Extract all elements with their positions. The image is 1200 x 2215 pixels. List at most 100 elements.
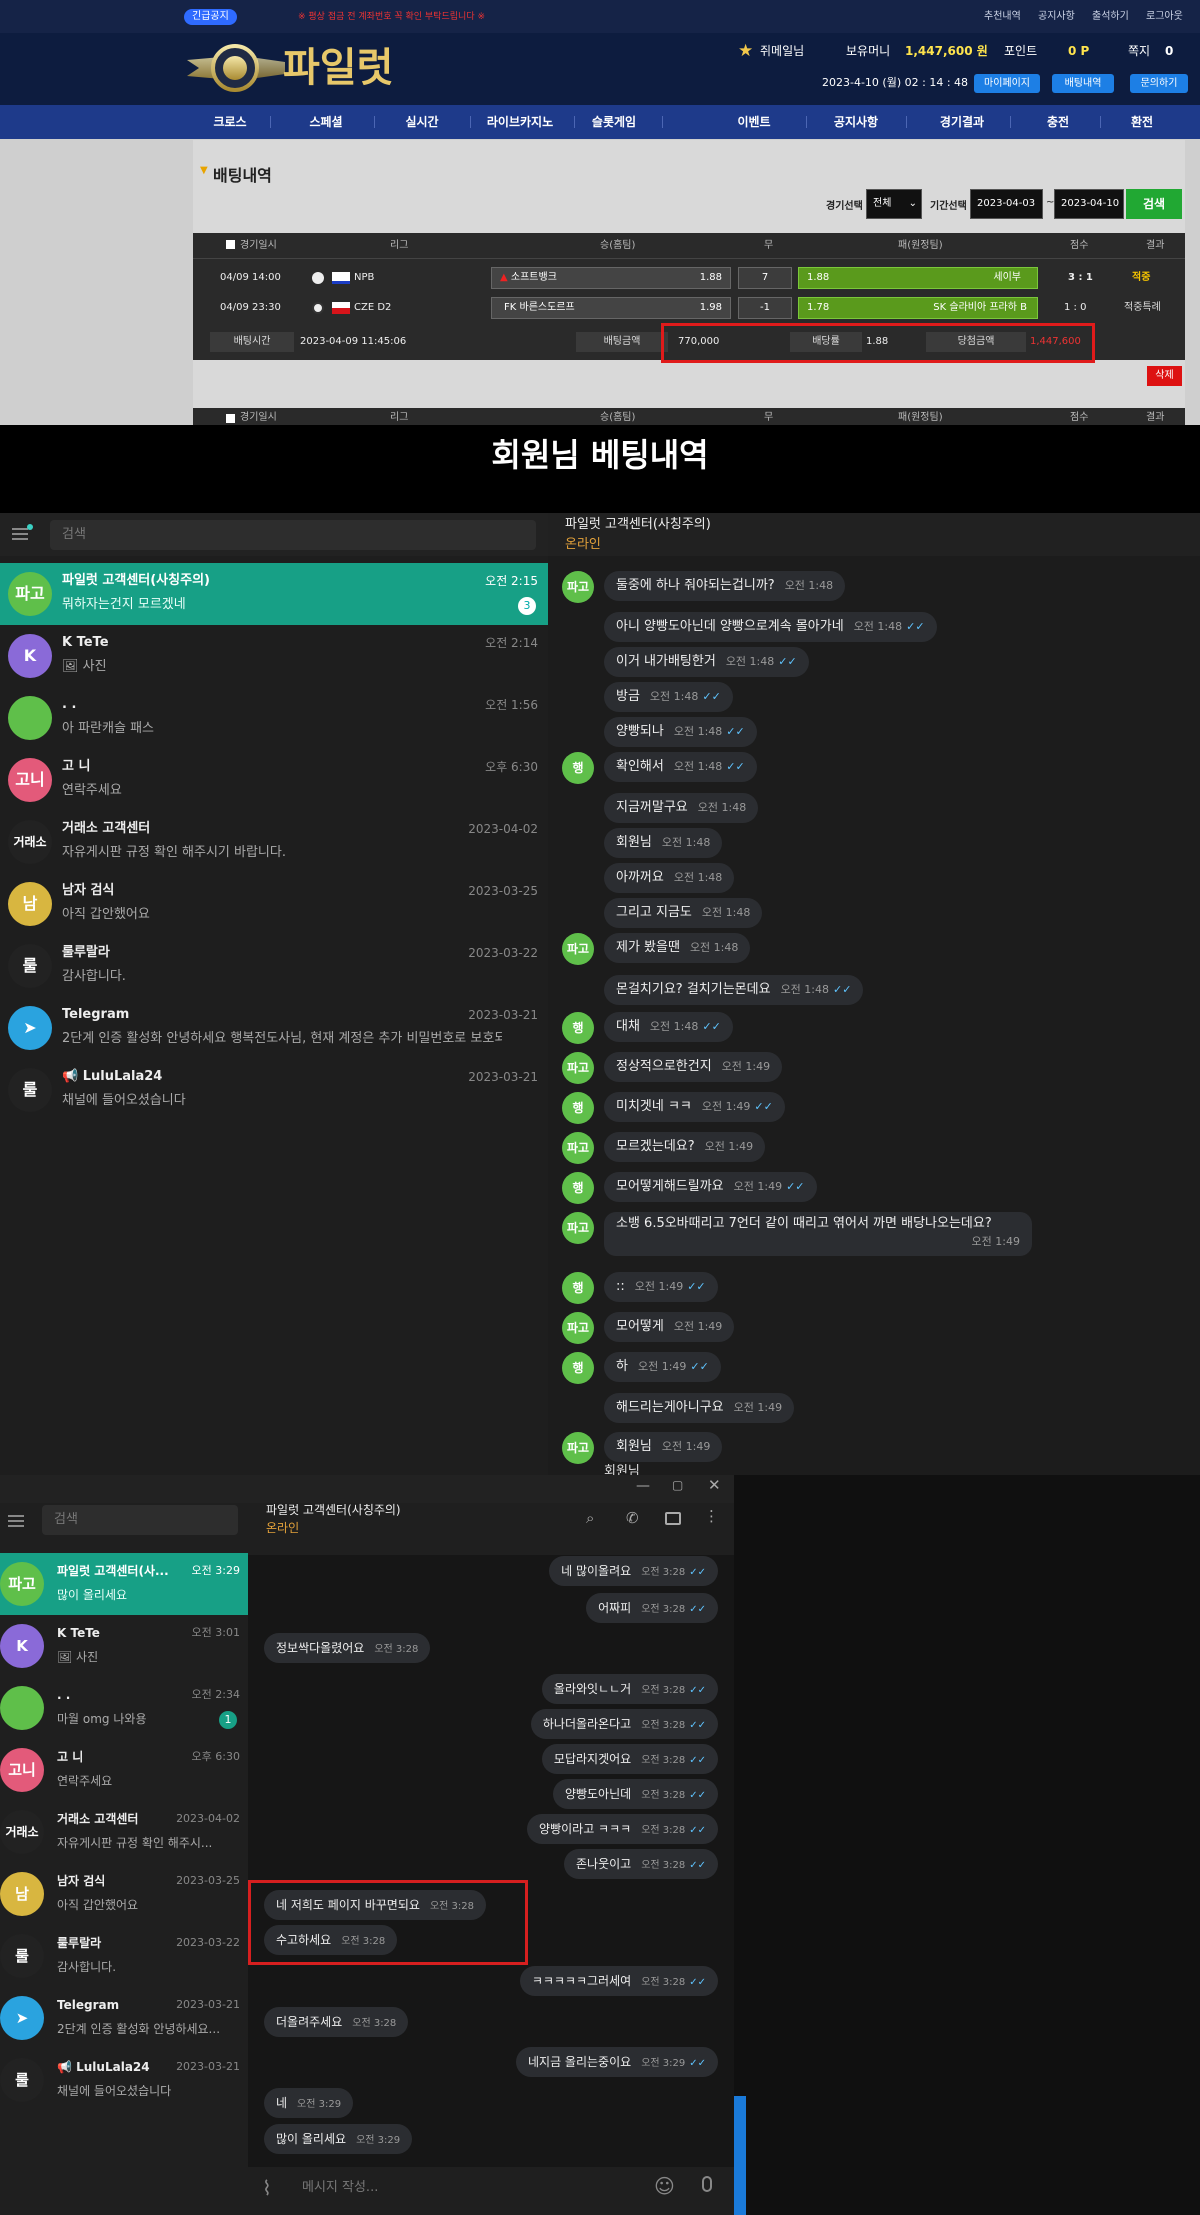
row2-away-pick[interactable]: 1.78 SK 슬라비아 프라하 B (798, 297, 1038, 319)
date-from-input[interactable]: 2023-04-03 (970, 189, 1043, 219)
close-icon[interactable]: ✕ (708, 1476, 721, 1494)
search-button[interactable]: 검색 (1126, 189, 1182, 219)
avatar: 룰 (8, 1068, 52, 1112)
select-checkbox[interactable] (226, 240, 235, 249)
message-text: 지금꺼말구요 (616, 800, 688, 815)
row1-away-pick[interactable]: 1.88 세이부 (798, 267, 1038, 289)
nav-event[interactable]: 이벤트 (706, 105, 802, 139)
nav-withdraw[interactable]: 환전 (1094, 105, 1190, 139)
row1-draw[interactable]: 7 (738, 267, 792, 289)
message-bubble: 모어떻게해드릴까요 오전 1:49 ✓✓ (604, 1172, 817, 1202)
chat-preview: 아직 갑안했어요 (57, 1898, 139, 1912)
microphone-icon[interactable] (702, 2176, 712, 2192)
mypage-button[interactable]: 마이페이지 (974, 74, 1040, 93)
avatar (0, 1686, 44, 1730)
message-text: 많이 올리세요 (276, 2132, 347, 2146)
nav-notice[interactable]: 공지사항 (808, 105, 904, 139)
chat-preview: 아직 갑안했어요 (62, 907, 150, 922)
date-to-input[interactable]: 2023-04-10 (1054, 189, 1124, 219)
sender-avatar: 행 (562, 1092, 594, 1124)
section-title: 배팅내역 (213, 166, 272, 185)
message-time: 오전 1:48 (725, 655, 775, 668)
period-label: 기간선택 (930, 201, 967, 212)
row2-away-team: SK 슬라비아 프라하 B (933, 302, 1027, 313)
message-time: 오전 3:29 (641, 2058, 686, 2069)
row1-home-pick[interactable]: ▲ 소프트뱅크 1.88 (491, 267, 731, 289)
emoji-icon[interactable]: ☺ (654, 2174, 675, 2198)
tg2-chat-title[interactable]: 파일럿 고객센터(사칭주의) (266, 1502, 401, 1518)
nav-results[interactable]: 경기결과 (914, 105, 1010, 139)
nav-deposit[interactable]: 충전 (1010, 105, 1106, 139)
chat-name: 거래소 고객센터 (62, 821, 151, 836)
message-text: 둘중에 하나 줘야되는겁니까? (616, 578, 775, 593)
message-text: 대채 (616, 1019, 640, 1034)
nav-special[interactable]: 스페셜 (278, 105, 374, 139)
sender-avatar: 행 (562, 752, 594, 784)
sender-avatar: 파고 (562, 1312, 594, 1344)
delete-button[interactable]: 삭제 (1147, 366, 1182, 386)
home-flag-icon: ▲ (500, 272, 508, 283)
chat-time: 오전 1:56 (485, 698, 538, 712)
row2-score: 1 : 0 (1064, 302, 1087, 313)
double-check-icon: ✓✓ (687, 1280, 706, 1293)
top-link-attendance[interactable]: 출석하기 (1092, 10, 1129, 24)
nav-slot[interactable]: 슬롯게임 (566, 105, 662, 139)
message-bubble: ㅋㅋㅋㅋㅋ그러세여 오전 3:28 ✓✓ (519, 1966, 718, 1996)
tg2-search-input[interactable]: 검색 (42, 1505, 238, 1535)
minimize-icon[interactable]: — (636, 1478, 650, 1494)
nav-live-casino[interactable]: 라이브카지노 (470, 105, 570, 139)
tg1-chat-title[interactable]: 파일럿 고객센터(사칭주의) (565, 517, 711, 533)
phone-icon[interactable]: ✆ (626, 1509, 639, 1527)
notes-value: 0 (1165, 44, 1174, 58)
top-link-recommend[interactable]: 추천내역 (984, 10, 1021, 24)
double-check-icon: ✓✓ (702, 1020, 721, 1033)
message-time: 오전 3:28 (641, 1790, 686, 1801)
sidebar-toggle-icon[interactable] (665, 1512, 681, 1525)
message-bubble: 회원님 오전 1:49 (604, 1432, 723, 1462)
message-time: 오전 1:49 (721, 1060, 771, 1073)
th-league: 리그 (390, 412, 409, 423)
select-checkbox[interactable] (226, 414, 235, 423)
game-select[interactable]: 전체 ⌄ (866, 189, 922, 219)
chat-preview: 아 파란캐슬 패스 (62, 721, 154, 736)
hamburger-menu-icon[interactable] (8, 1512, 24, 1530)
row1-home-team: 소프트뱅크 (510, 272, 557, 283)
betting-history-button[interactable]: 배팅내역 (1052, 74, 1114, 93)
double-check-icon: ✓✓ (833, 983, 852, 996)
tg1-search-input[interactable]: 검색 (50, 520, 536, 550)
triangle-icon: ▼ (200, 165, 208, 176)
message-input[interactable]: 메시지 작성... (302, 2180, 378, 2196)
attach-icon[interactable]: ⌇ (262, 2176, 272, 2200)
hamburger-menu-icon[interactable] (12, 525, 28, 543)
nav-cross[interactable]: 크로스 (182, 105, 278, 139)
row2-handicap[interactable]: -1 (738, 297, 792, 319)
chat-time: 오전 3:01 (191, 1626, 240, 1639)
more-vertical-icon[interactable]: ⋮ (704, 1508, 719, 1524)
row1-home-odds: 1.88 (699, 272, 722, 283)
nav-live[interactable]: 실시간 (374, 105, 470, 139)
double-check-icon: ✓✓ (702, 690, 721, 703)
message-bubble: 많이 올리세요 오전 3:29 (264, 2124, 413, 2154)
row1-result: 적중 (1132, 272, 1151, 283)
message-time: 오전 1:49 (971, 1235, 1020, 1248)
message-text: :: (616, 1279, 625, 1294)
inquiry-button[interactable]: 문의하기 (1130, 74, 1188, 93)
avatar: 남 (8, 882, 52, 926)
message-bubble: 하 오전 1:49 ✓✓ (604, 1352, 721, 1382)
avatar: ➤ (8, 1006, 52, 1050)
chat-preview: 🖼 사진 (57, 1650, 99, 1664)
top-link-notice[interactable]: 공지사항 (1038, 10, 1075, 24)
site-logo[interactable]: 파일럿 (185, 40, 425, 96)
search-icon[interactable]: ⌕ (586, 1509, 594, 1527)
maximize-icon[interactable]: ▢ (672, 1478, 683, 1492)
message-time: 오전 3:28 (641, 1977, 686, 1988)
double-check-icon: ✓✓ (689, 1604, 706, 1615)
notes-label: 쪽지 (1128, 44, 1151, 58)
message-bubble: 양빵이라고 ㅋㅋㅋ 오전 3:28 ✓✓ (527, 1814, 718, 1844)
chat-time: 2023-03-21 (176, 2060, 240, 2073)
row2-home-pick[interactable]: FK 바른스도르프 1.98 (491, 297, 731, 319)
message-bubble: 모어떻게 오전 1:49 (604, 1312, 735, 1342)
message-text: 소뱅 6.5오바때리고 7언더 같이 때리고 엮어서 까면 배당나오는데요? (616, 1216, 992, 1231)
top-link-logout[interactable]: 로그아웃 (1146, 10, 1183, 24)
message-time: 오전 3:28 (641, 1567, 686, 1578)
